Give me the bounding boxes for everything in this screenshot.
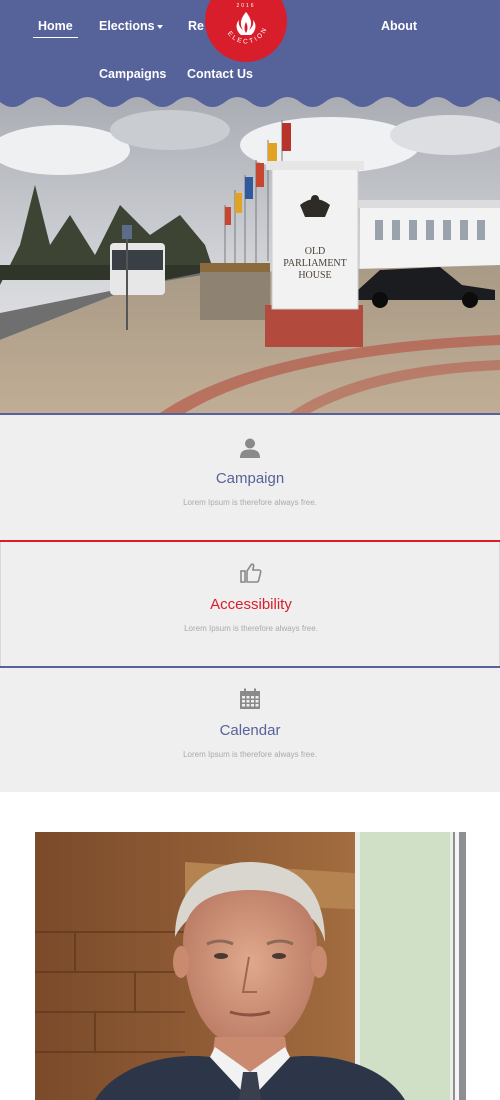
chevron-down-icon [156,24,163,29]
candidate-portrait [35,832,466,1100]
calendar-icon [240,688,260,709]
flame-icon: ELECTION [226,12,267,46]
candidate-photo [35,832,466,1100]
election-logo[interactable]: 2016 ELECTION [205,0,287,62]
thumbs-up-icon [240,563,262,583]
parliament-house-photo: OLD PARLIAMENT HOUSE [0,95,500,413]
feature-campaign[interactable]: Campaign Lorem Ipsum is therefore always… [0,415,500,540]
feature-text: Lorem Ipsum is therefore always free. [184,624,318,633]
feature-title: Campaign [215,470,285,487]
hero-image: OLD PARLIAMENT HOUSE [0,95,500,413]
page: Home Elections Re About Campaigns Contac… [0,0,500,1100]
nav-about-link[interactable]: About [381,19,417,33]
sign-line-1: OLD [305,246,326,257]
feature-calendar[interactable]: Calendar Lorem Ipsum is therefore always… [0,668,500,792]
feature-title: Calendar [219,722,281,739]
nav-contact-link[interactable]: Contact Us [187,67,253,81]
nav-home-link[interactable]: Home [38,19,73,33]
feature-text: Lorem Ipsum is therefore always free. [183,498,317,507]
nav-re-link[interactable]: Re [188,19,204,33]
site-header: Home Elections Re About Campaigns Contac… [0,0,500,120]
nav-elections-label: Elections [99,19,155,33]
feature-text: Lorem Ipsum is therefore always free. [183,750,317,759]
sign-line-3: HOUSE [298,270,331,281]
feature-title: Accessibility [210,596,292,613]
sign-line-2: PARLIAMENT [283,258,347,269]
nav-elections-link[interactable]: Elections [99,19,163,33]
feature-accessibility[interactable]: Accessibility Lorem Ipsum is therefore a… [0,542,500,666]
nav-campaigns-link[interactable]: Campaigns [99,67,166,81]
nav-active-underline [33,37,78,38]
user-icon [240,438,260,458]
